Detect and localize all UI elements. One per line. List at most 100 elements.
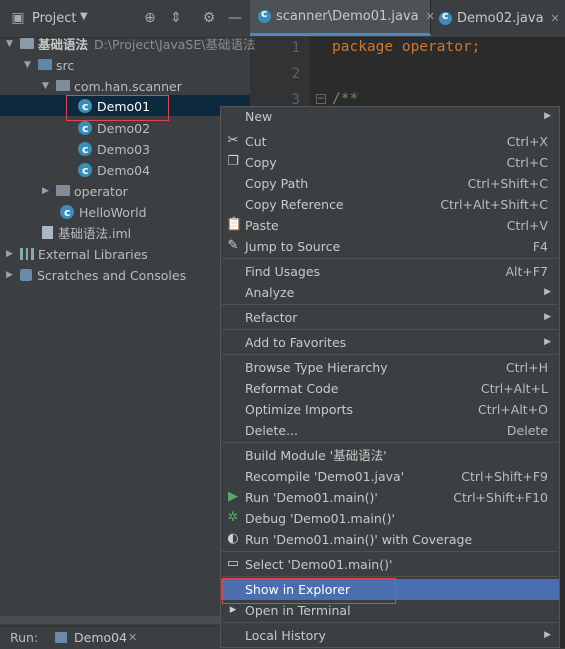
close-icon[interactable]: ✕	[551, 12, 560, 25]
menu-separator	[222, 354, 558, 355]
copy-icon: ❐	[227, 154, 239, 169]
module-path: D:\Project\JavaSE\基础语法	[94, 37, 256, 52]
menu-item-copy-reference[interactable]: Copy Reference Ctrl+Alt+Shift+C	[221, 194, 559, 215]
close-icon[interactable]: ✕	[128, 631, 137, 644]
menu-item-new[interactable]: New ▶	[221, 106, 559, 127]
menu-item-find-usages[interactable]: Find Usages Alt+F7	[221, 261, 559, 282]
menu-separator	[222, 622, 558, 623]
tree-item-scratches[interactable]: ▶ Scratches and Consoles	[0, 264, 256, 285]
menu-item-local-history[interactable]: Local History ▶	[221, 625, 559, 646]
menu-item-delete[interactable]: Delete... Delete	[221, 420, 559, 441]
tree-item-module[interactable]: ▼ 基础语法 D:\Project\JavaSE\基础语法	[0, 33, 256, 54]
menu-item-copy[interactable]: ❐ Copy Ctrl+C	[221, 152, 559, 173]
collapse-icon[interactable]: ⇕	[168, 10, 184, 26]
menu-separator	[222, 576, 558, 577]
annotation-box	[66, 95, 169, 121]
scratches-icon	[19, 268, 32, 281]
submenu-arrow-icon: ▶	[544, 630, 551, 640]
chevron-down-icon[interactable]: ▼	[24, 55, 34, 76]
module-folder-icon	[19, 38, 34, 49]
class-icon	[78, 160, 92, 181]
tree-item-label: HelloWorld	[79, 205, 147, 220]
select-icon: ▭	[226, 556, 240, 571]
pencil-icon: ✎	[227, 238, 239, 253]
chevron-right-icon[interactable]: ▶	[42, 181, 52, 202]
tree-item-label: Demo03	[97, 142, 151, 157]
menu-separator	[222, 258, 558, 259]
tree-item-label: Scratches and Consoles	[36, 268, 187, 283]
clipboard-icon: 📋	[226, 217, 243, 232]
source-folder-icon	[37, 59, 52, 70]
chevron-right-icon[interactable]: ▶	[6, 244, 16, 265]
horizontal-scrollbar[interactable]	[0, 616, 220, 624]
menu-item-jump-to-source[interactable]: ✎ Jump to Source F4	[221, 236, 559, 257]
library-icon	[19, 247, 34, 260]
code-line[interactable]: package operator;	[332, 39, 480, 55]
debug-icon: ✲	[227, 510, 239, 525]
tree-item-label: 基础语法	[37, 37, 88, 52]
chevron-down-icon[interactable]: ▼	[42, 76, 52, 97]
tree-item-label: External Libraries	[37, 247, 148, 262]
chevron-down-icon[interactable]: ▼	[80, 11, 88, 22]
chevron-down-icon[interactable]: ▼	[6, 34, 16, 55]
editor-tab-bar: scanner\Demo01.java ✕ Demo02.java ✕	[250, 0, 565, 38]
project-panel-title[interactable]: Project	[32, 11, 76, 26]
submenu-arrow-icon: ▶	[544, 287, 551, 297]
menu-item-refactor[interactable]: Refactor ▶	[221, 307, 559, 328]
menu-item-select-configuration[interactable]: ▭ Select 'Demo01.main()'	[221, 554, 559, 575]
package-icon	[55, 80, 70, 91]
class-icon	[78, 139, 92, 160]
tree-item-src[interactable]: ▼ src	[0, 54, 274, 75]
coverage-icon: ◐	[227, 531, 239, 546]
class-icon	[78, 118, 92, 139]
tree-item-label: 基础语法.iml	[58, 226, 132, 241]
submenu-arrow-icon: ▶	[544, 111, 551, 121]
chevron-right-icon[interactable]: ▶	[6, 265, 16, 286]
terminal-icon: ▸	[229, 602, 237, 617]
menu-item-optimize-imports[interactable]: Optimize Imports Ctrl+Alt+O	[221, 399, 559, 420]
tab-label: scanner\Demo01.java	[276, 9, 419, 24]
class-icon	[60, 202, 74, 223]
code-line[interactable]: /**	[332, 91, 358, 107]
menu-item-cut[interactable]: ✂ Cut Ctrl+X	[221, 131, 559, 152]
menu-item-copy-path[interactable]: Copy Path Ctrl+Shift+C	[221, 173, 559, 194]
package-icon	[55, 185, 70, 196]
menu-item-paste[interactable]: 📋 Paste Ctrl+V	[221, 215, 559, 236]
tree-item-label: com.han.scanner	[73, 79, 182, 94]
menu-separator	[222, 442, 558, 443]
run-label: Run:	[10, 630, 39, 645]
tab-demo02[interactable]: Demo02.java ✕	[431, 0, 565, 36]
tree-item-label: src	[55, 58, 75, 73]
tree-item-package[interactable]: ▼ com.han.scanner	[0, 75, 292, 96]
scissors-icon: ✂	[227, 133, 239, 148]
class-icon	[439, 9, 452, 25]
menu-item-add-to-favorites[interactable]: Add to Favorites ▶	[221, 332, 559, 353]
menu-item-debug[interactable]: ✲ Debug 'Demo01.main()'	[221, 508, 559, 529]
tab-demo01[interactable]: scanner\Demo01.java ✕	[250, 0, 435, 36]
menu-item-run[interactable]: ▶ Run 'Demo01.main()' Ctrl+Shift+F10	[221, 487, 559, 508]
minimize-icon[interactable]: —	[227, 10, 243, 26]
locate-icon[interactable]: ⊕	[142, 10, 158, 26]
menu-item-reformat-code[interactable]: Reformat Code Ctrl+Alt+L	[221, 378, 559, 399]
project-view-icon[interactable]: ▣	[10, 10, 26, 26]
menu-item-analyze[interactable]: Analyze ▶	[221, 282, 559, 303]
tree-item-external-libraries[interactable]: ▶ External Libraries	[0, 243, 256, 264]
menu-separator	[222, 551, 558, 552]
run-tool-bar: Run: Demo04 ✕	[0, 626, 250, 649]
run-icon: ▶	[228, 489, 238, 504]
menu-item-run-with-coverage[interactable]: ◐ Run 'Demo01.main()' with Coverage	[221, 529, 559, 550]
submenu-arrow-icon: ▶	[544, 337, 551, 347]
run-tab-label[interactable]: Demo04	[74, 630, 127, 645]
menu-separator	[222, 329, 558, 330]
gear-icon[interactable]: ⚙	[201, 10, 217, 26]
tab-label: Demo02.java	[457, 10, 544, 26]
menu-item-recompile[interactable]: Recompile 'Demo01.java' Ctrl+Shift+F9	[221, 466, 559, 487]
tree-item-label: Demo04	[97, 163, 151, 178]
console-icon	[55, 632, 67, 643]
tree-item-label: Demo02	[97, 121, 151, 136]
menu-item-browse-type-hierarchy[interactable]: Browse Type Hierarchy Ctrl+H	[221, 357, 559, 378]
file-icon	[42, 226, 53, 239]
tree-item-label: operator	[73, 184, 128, 199]
menu-item-build-module[interactable]: Build Module '基础语法'	[221, 445, 559, 466]
submenu-arrow-icon: ▶	[544, 312, 551, 322]
